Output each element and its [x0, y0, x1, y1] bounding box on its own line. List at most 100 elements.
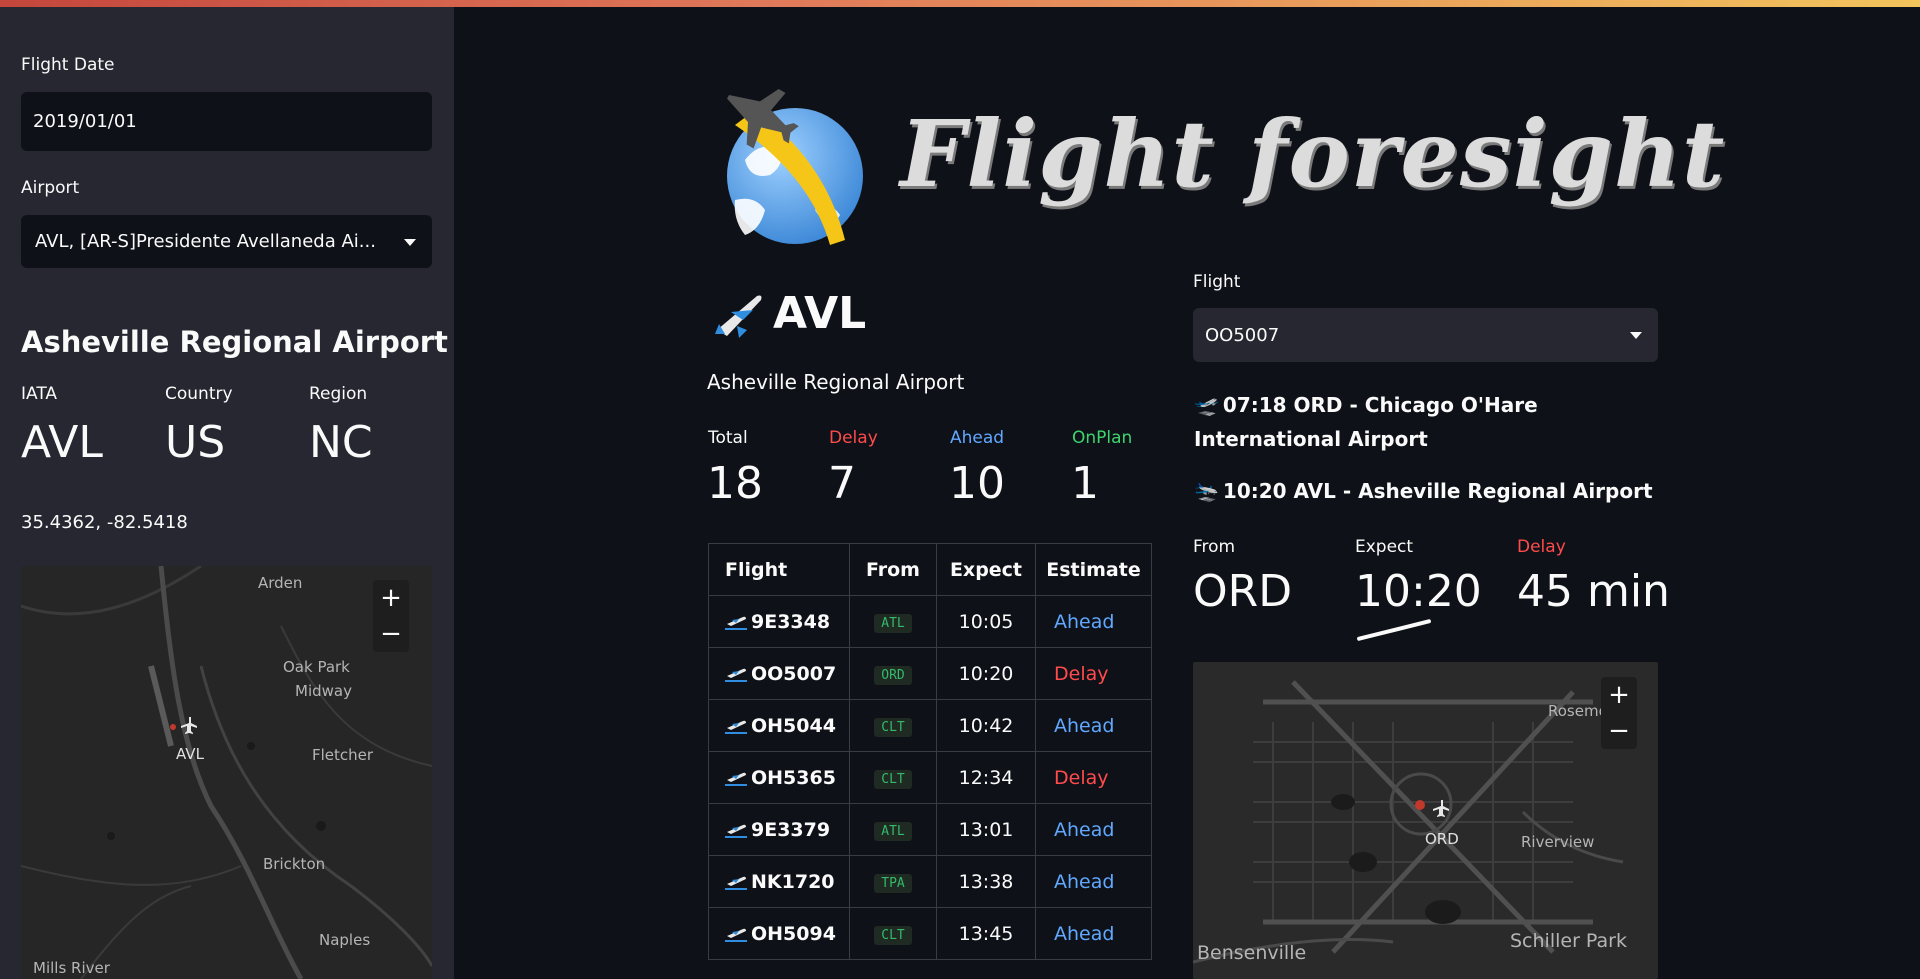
sidebar-airport-name: Asheville Regional Airport — [21, 325, 448, 359]
sidebar-map[interactable]: Arden Oak Park Midway Fletcher AVL Brick… — [21, 566, 432, 979]
landing-plane-icon — [725, 665, 747, 682]
airplane-icon — [715, 295, 762, 338]
table-header-row: Flight From Expect Estimate — [708, 543, 1152, 596]
expect-cell: 13:38 — [936, 855, 1036, 908]
chevron-down-icon — [1630, 332, 1642, 339]
flight-metric-expect-value: 10:20 — [1355, 566, 1482, 617]
zoom-in-button[interactable]: + — [1601, 677, 1637, 713]
landing-plane-icon — [725, 873, 747, 890]
table-row[interactable]: OO5007 ORD 10:20 Delay — [708, 647, 1152, 700]
origin-code-chip: TPA — [874, 874, 912, 893]
origin-code-chip: CLT — [874, 926, 912, 945]
column-header-from: From — [849, 543, 937, 596]
flight-number: OH5365 — [751, 766, 836, 789]
zoom-out-button[interactable]: − — [1601, 713, 1637, 749]
map-zoom-controls: + − — [373, 580, 409, 652]
flight-cell: OH5044 — [708, 699, 850, 752]
map-zoom-controls: + − — [1601, 677, 1637, 749]
airport-select-value: AVL, [AR-S]Presidente Avellaneda Ai... — [35, 231, 376, 252]
estimate-cell: Ahead — [1035, 855, 1152, 908]
column-header-flight: Flight — [708, 543, 850, 596]
flight-select[interactable]: OO5007 — [1193, 308, 1658, 362]
expect-cell: 12:34 — [936, 751, 1036, 804]
app-top-decoration-bar — [0, 0, 1920, 7]
map-label: Fletcher — [312, 746, 374, 764]
airport-name: Asheville Regional Airport — [707, 370, 965, 394]
flight-number: OO5007 — [751, 662, 837, 685]
metric-region-value: NC — [309, 417, 373, 468]
table-row[interactable]: NK1720 TPA 13:38 Ahead — [708, 855, 1152, 908]
flight-metric-from-value: ORD — [1193, 566, 1293, 617]
globe-plane-logo-icon — [727, 89, 863, 245]
flight-number: OH5094 — [751, 922, 836, 945]
table-row[interactable]: OH5044 CLT 10:42 Ahead — [708, 699, 1152, 752]
flight-metric-expect-label: Expect — [1355, 537, 1414, 557]
map-label: Riverview — [1521, 833, 1595, 851]
flight-cell: OH5365 — [708, 751, 850, 804]
airport-select[interactable]: AVL, [AR-S]Presidente Avellaneda Ai... — [21, 215, 432, 268]
arrival-text: 10:20 AVL - Asheville Regional Airport — [1222, 479, 1653, 503]
map-label: Mills River — [33, 959, 110, 977]
landing-plane-icon — [725, 613, 747, 630]
metric-iata-value: AVL — [21, 417, 103, 468]
from-cell: TPA — [849, 855, 937, 908]
chevron-down-icon — [404, 238, 416, 246]
metric-country-label: Country — [165, 384, 233, 404]
origin-code-chip: ATL — [874, 614, 912, 633]
stat-total-value: 18 — [707, 458, 763, 509]
map-label: Schiller Park — [1510, 930, 1627, 952]
from-cell: ATL — [849, 595, 937, 648]
arrivals-table: Flight From Expect Estimate 9E3348 ATL 10:… — [708, 543, 1152, 960]
origin-code-chip: ATL — [874, 822, 912, 841]
flight-cell: 9E3348 — [708, 595, 850, 648]
flight-origin-map[interactable]: Rosemont ORD Riverview Bensenville Schil… — [1193, 662, 1658, 979]
table-row[interactable]: OH5094 CLT 13:45 Ahead — [708, 907, 1152, 960]
map-label: Bensenville — [1197, 942, 1307, 964]
flight-number: 9E3379 — [751, 818, 831, 841]
departure-info: 🛫 07:18 ORD - Chicago O'Hare Internationa… — [1194, 388, 1624, 456]
estimate-cell: Ahead — [1035, 803, 1152, 856]
flight-date-input[interactable]: 2019/01/01 — [21, 92, 432, 151]
zoom-out-button[interactable]: − — [373, 616, 409, 652]
arrival-icon: 🛬 — [1194, 479, 1219, 503]
stat-ahead-label: Ahead — [950, 428, 1005, 448]
airport-coordinates: 35.4362, -82.5418 — [21, 512, 188, 533]
table-row[interactable]: 9E3348 ATL 10:05 Ahead — [708, 595, 1152, 648]
column-header-estimate: Estimate — [1035, 543, 1152, 596]
app-title: Flight foresight — [900, 100, 1726, 208]
from-cell: CLT — [849, 751, 937, 804]
airport-code-title: AVL — [773, 288, 867, 339]
flight-cell: 9E3379 — [708, 803, 850, 856]
map-label: Brickton — [263, 855, 326, 873]
expect-cell: 10:42 — [936, 699, 1036, 752]
from-cell: CLT — [849, 907, 937, 960]
stat-onplan-value: 1 — [1071, 458, 1099, 509]
estimate-cell: Ahead — [1035, 907, 1152, 960]
zoom-in-button[interactable]: + — [373, 580, 409, 616]
sidebar: Flight Date 2019/01/01 Airport AVL, [AR-… — [0, 7, 454, 979]
stat-delay-value: 7 — [828, 458, 856, 509]
departure-text: 07:18 ORD - Chicago O'Hare International… — [1194, 393, 1538, 451]
column-header-expect: Expect — [936, 543, 1036, 596]
flight-number: OH5044 — [751, 714, 836, 737]
origin-code-chip: CLT — [874, 718, 912, 737]
landing-plane-icon — [725, 769, 747, 786]
map-label: Naples — [319, 931, 371, 949]
flight-metric-delay-label: Delay — [1517, 537, 1566, 557]
stat-onplan-label: OnPlan — [1072, 428, 1133, 448]
table-row[interactable]: OH5365 CLT 12:34 Delay — [708, 751, 1152, 804]
flight-metric-delay-value: 45 min — [1517, 566, 1670, 617]
flight-number: NK1720 — [751, 870, 835, 893]
table-row[interactable]: 9E3379 ATL 13:01 Ahead — [708, 803, 1152, 856]
map-label: Oak Park — [283, 658, 350, 676]
flight-cell: OO5007 — [708, 647, 850, 700]
from-cell: ORD — [849, 647, 937, 700]
landing-plane-icon — [725, 717, 747, 734]
estimate-cell: Ahead — [1035, 699, 1152, 752]
departure-icon: 🛫 — [1194, 393, 1219, 417]
expect-cell: 10:05 — [936, 595, 1036, 648]
flight-cell: OH5094 — [708, 907, 850, 960]
flight-date-label: Flight Date — [21, 55, 115, 75]
expect-cell: 13:01 — [936, 803, 1036, 856]
origin-code-chip: ORD — [874, 666, 912, 685]
